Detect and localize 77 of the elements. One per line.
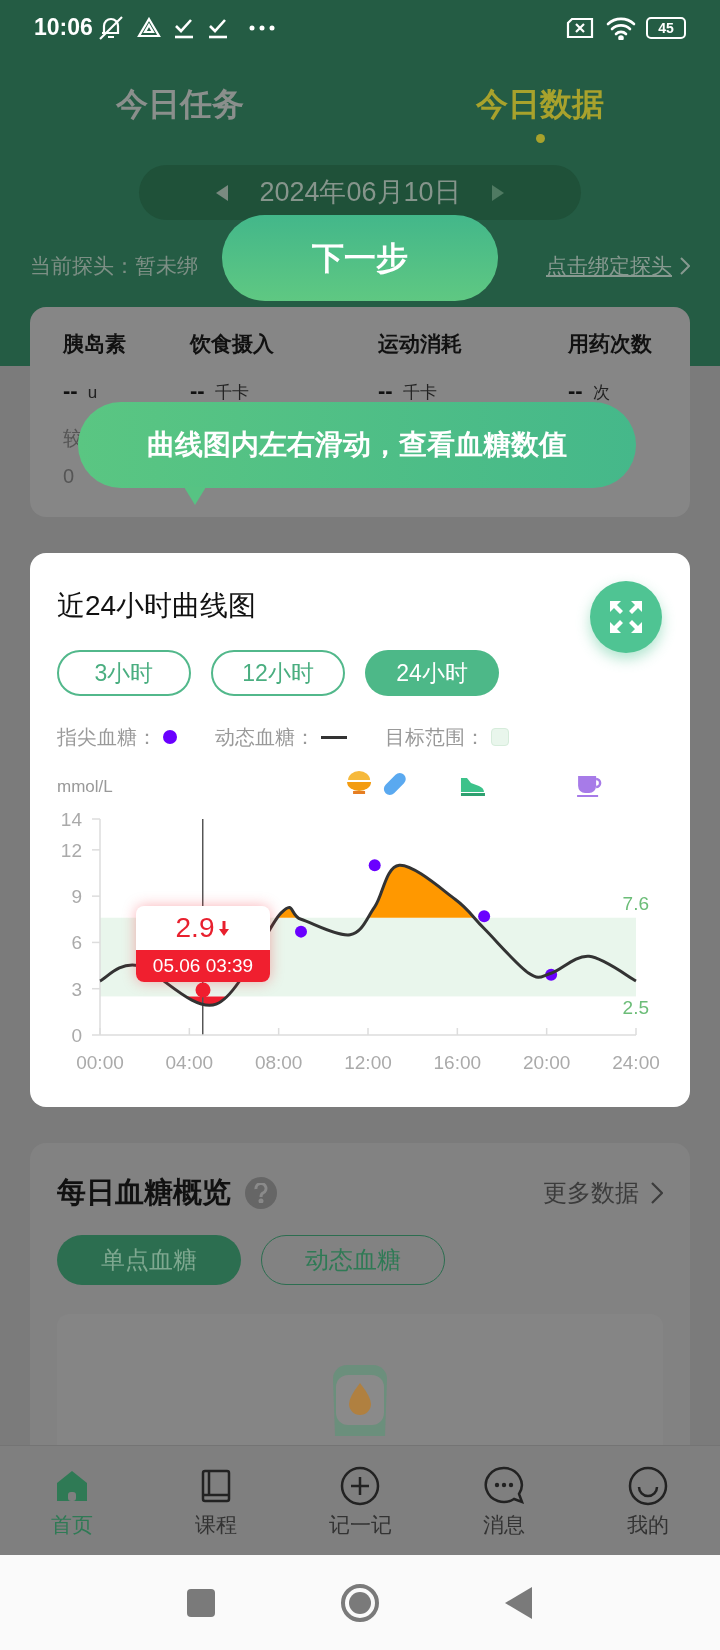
- fingertip-point: [545, 968, 558, 981]
- legend-label: 动态血糖：: [215, 725, 315, 750]
- stat-value: --: [63, 377, 78, 405]
- nav-item[interactable]: 我的: [576, 1446, 720, 1555]
- range-high-label: 7.6: [622, 893, 649, 914]
- stat-unit: 千卡: [402, 382, 437, 404]
- y-tick-label: 12: [60, 839, 82, 861]
- sim-card-icon: [566, 16, 594, 39]
- legend-label: 目标范围：: [385, 725, 485, 750]
- x-tick-label: 16:00: [433, 1052, 482, 1073]
- stat-value: --: [378, 377, 393, 405]
- x-tick-label: 08:00: [254, 1052, 303, 1073]
- fullscreen-button[interactable]: [590, 581, 662, 653]
- wifi-icon: [606, 15, 636, 40]
- range-tab[interactable]: 3小时: [57, 650, 191, 696]
- probe-status: 当前探头：暂未绑: [30, 253, 198, 280]
- more-data-link[interactable]: 更多数据: [543, 1175, 639, 1211]
- tab[interactable]: 今日数据: [360, 84, 720, 143]
- fingertip-point: [368, 859, 381, 872]
- bind-probe-link[interactable]: 点击绑定探头: [546, 250, 672, 282]
- smile-icon: [628, 1466, 668, 1506]
- legend-label: 指尖血糖：: [57, 725, 157, 750]
- stat-unit: 次: [592, 382, 610, 404]
- stat-unit: 千卡: [214, 382, 249, 404]
- plus-circle-icon: [340, 1466, 380, 1506]
- chevron-right-icon: [680, 257, 690, 275]
- range-low-label: 2.5: [622, 997, 649, 1018]
- x-tick-label: 00:00: [76, 1052, 124, 1073]
- y-tick-label: 14: [60, 809, 82, 830]
- y-tick-label: 3: [71, 978, 82, 1000]
- stat-label: 饮食摄入: [190, 331, 275, 357]
- guide-tooltip: 曲线图内左右滑动，查看血糖数值: [78, 402, 636, 488]
- stat-value: --: [568, 377, 583, 405]
- y-tick-label: 0: [71, 1025, 82, 1046]
- stat-label: 胰岛素: [63, 331, 127, 357]
- back-icon[interactable]: [505, 1586, 533, 1619]
- legend-swatch: [491, 728, 509, 746]
- more-dots-icon: [248, 24, 275, 31]
- tooltip-tail: [184, 487, 206, 505]
- stat-value: --: [190, 377, 205, 405]
- clock-time: 10:06: [34, 13, 93, 43]
- stat-label: 运动消耗: [378, 331, 463, 357]
- nav-item[interactable]: 记一记: [288, 1446, 432, 1555]
- unit-label: mmol/L: [57, 777, 113, 796]
- date-text: 2024年06月10日: [259, 176, 461, 210]
- next-step-button[interactable]: 下一步: [222, 215, 498, 301]
- stat-unit: u: [87, 382, 98, 404]
- tooltip-time: 05.06 03:39: [152, 953, 254, 978]
- y-tick-label: 9: [71, 886, 82, 908]
- range-tab[interactable]: 12小时: [211, 650, 345, 696]
- fingertip-point: [478, 910, 491, 923]
- card-title: 近24小时曲线图: [57, 589, 257, 623]
- fingertip-point: [295, 925, 307, 938]
- y-tick-label: 6: [71, 932, 82, 954]
- x-tick-label: 12:00: [344, 1052, 392, 1073]
- range-tab[interactable]: 24小时: [365, 650, 499, 696]
- triangle-icon: [136, 16, 161, 39]
- x-tick-label: 20:00: [522, 1052, 571, 1073]
- stat-label: 用药次数: [568, 331, 653, 357]
- nav-item[interactable]: 课程: [144, 1446, 288, 1555]
- home-circle-icon[interactable]: [340, 1582, 380, 1623]
- chat-bubble-icon: [484, 1466, 524, 1506]
- x-tick-label: 04:00: [165, 1052, 214, 1073]
- tab[interactable]: 今日任务: [0, 84, 360, 143]
- help-icon: [245, 1177, 277, 1209]
- previous-arrow-icon[interactable]: [215, 183, 230, 202]
- battery-indicator: 45: [646, 16, 686, 39]
- chevron-right-icon: [651, 1182, 663, 1204]
- home-icon: [54, 1468, 90, 1504]
- mode-tab[interactable]: 单点血糖: [57, 1235, 241, 1285]
- tooltip-value: 2.9: [175, 914, 215, 942]
- x-tick-label: 24:00: [612, 1052, 660, 1073]
- nav-item[interactable]: 消息: [432, 1446, 576, 1555]
- legend-line: [321, 735, 347, 739]
- recents-icon[interactable]: [187, 1588, 215, 1617]
- expand-icon: [608, 599, 644, 635]
- overview-title: 每日血糖概览: [57, 1175, 231, 1211]
